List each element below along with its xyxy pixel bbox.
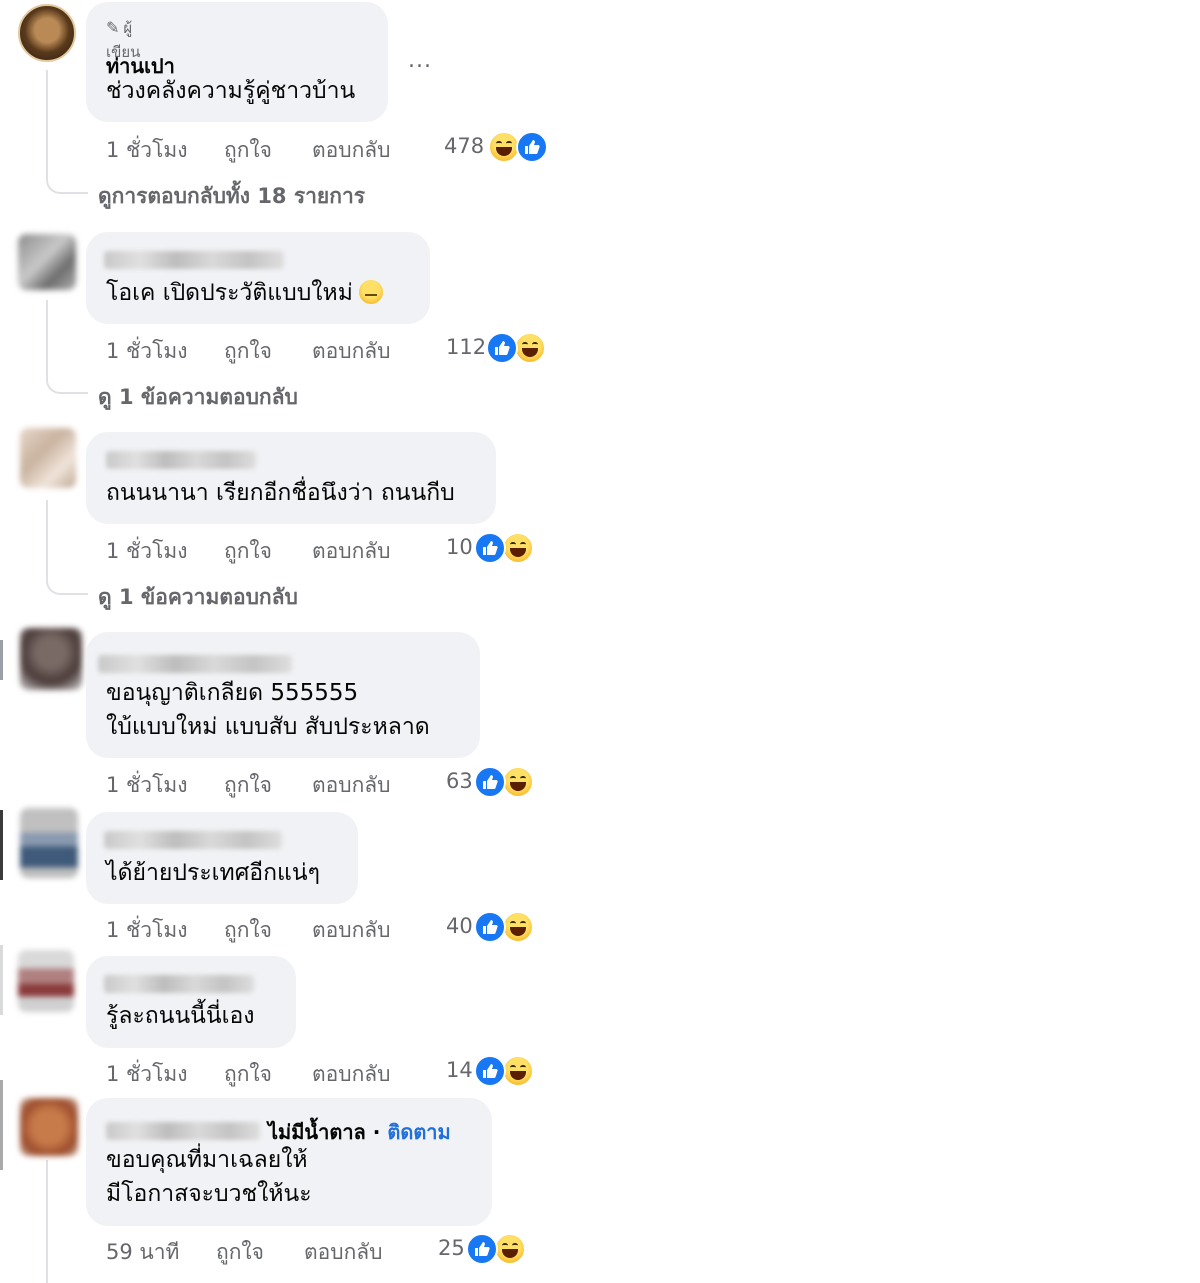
like-reaction-icon	[474, 1055, 506, 1087]
like-button[interactable]: ถูกใจ	[224, 535, 272, 568]
comment-actions: 1 ชั่วโมง ถูกใจ ตอบกลับ	[106, 535, 426, 563]
reply-button[interactable]: ตอบกลับ	[312, 535, 391, 568]
timestamp[interactable]: 1 ชั่วโมง	[106, 335, 187, 368]
reaction-count[interactable]: 14	[446, 1058, 473, 1082]
thread-line	[46, 1160, 48, 1283]
like-reaction-icon	[474, 766, 506, 798]
view-replies-link[interactable]: ดู 1 ข้อความตอบกลับ	[98, 381, 298, 414]
comment-text-line-1: ขอบคุณที่มาเฉลยให้	[106, 1147, 308, 1173]
timestamp[interactable]: 1 ชั่วโมง	[106, 1058, 187, 1091]
reply-button[interactable]: ตอบกลับ	[304, 1236, 383, 1269]
timestamp[interactable]: 1 ชั่วโมง	[106, 914, 187, 947]
commenter-name-redacted	[104, 251, 284, 269]
comment-actions: 1 ชั่วโมง ถูกใจ ตอบกลับ	[106, 1058, 426, 1086]
thread-curve	[46, 374, 88, 394]
commenter-name-redacted	[98, 655, 292, 673]
comment-text-line-2: มีโอกาสจะบวชให้นะ	[106, 1181, 312, 1207]
like-button[interactable]: ถูกใจ	[224, 335, 272, 368]
edge-mark	[0, 1080, 3, 1170]
thread-line	[46, 500, 48, 575]
comment-text-line-2: ใบ้แบบใหม่ แบบสับ สับประหลาด	[106, 714, 430, 740]
emoji-icon	[358, 280, 383, 304]
avatar[interactable]	[20, 1098, 78, 1156]
like-reaction-icon	[466, 1233, 498, 1265]
like-button[interactable]: ถูกใจ	[224, 134, 272, 167]
follow-button[interactable]: ติดตาม	[387, 1120, 450, 1144]
timestamp[interactable]: 1 ชั่วโมง	[106, 535, 187, 568]
like-button[interactable]: ถูกใจ	[224, 914, 272, 947]
thread-curve	[46, 575, 88, 595]
like-reaction-icon	[516, 131, 548, 163]
commenter-name-redacted	[106, 1122, 260, 1140]
commenter-name-redacted	[104, 975, 254, 993]
reply-button[interactable]: ตอบกลับ	[312, 914, 391, 947]
comment-text: ช่วงคลังความรู้คู่ชาวบ้าน	[106, 78, 356, 104]
reaction-count[interactable]: 25	[438, 1236, 465, 1260]
like-reaction-icon	[474, 911, 506, 943]
comment-actions: 59 นาที ถูกใจ ตอบกลับ	[106, 1236, 426, 1264]
haha-reaction-icon	[494, 1233, 526, 1265]
avatar[interactable]	[20, 428, 76, 488]
avatar[interactable]	[18, 234, 76, 290]
like-button[interactable]: ถูกใจ	[224, 769, 272, 802]
more-options-icon[interactable]: ...	[408, 48, 432, 73]
commenter-name-redacted	[106, 451, 256, 469]
view-replies-link[interactable]: ดู 1 ข้อความตอบกลับ	[98, 581, 298, 614]
reaction-count[interactable]: 478	[444, 134, 484, 158]
commenter-name-suffix-text[interactable]: ไม่มีน้ำตาล	[268, 1120, 366, 1144]
avatar[interactable]	[18, 4, 76, 62]
edge-mark	[0, 640, 3, 680]
haha-reaction-icon	[502, 766, 534, 798]
commenter-name-redacted	[104, 831, 282, 849]
timestamp[interactable]: 1 ชั่วโมง	[106, 769, 187, 802]
comment-text: ได้ย้ายประเทศอีกแน่ๆ	[106, 860, 320, 886]
reply-button[interactable]: ตอบกลับ	[312, 134, 391, 167]
comment-text-line-1: ขอนุญาติเกลียด 555555	[106, 680, 359, 706]
view-replies-link[interactable]: ดูการตอบกลับทั้ง 18 รายการ	[98, 180, 365, 213]
haha-reaction-icon	[514, 332, 546, 364]
reaction-count[interactable]: 63	[446, 769, 473, 793]
thread-line	[46, 300, 48, 375]
timestamp[interactable]: 59 นาที	[106, 1236, 179, 1269]
like-button[interactable]: ถูกใจ	[224, 1058, 272, 1091]
avatar[interactable]	[20, 628, 82, 690]
reply-button[interactable]: ตอบกลับ	[312, 335, 391, 368]
comment-text: ถนนนานา เรียกอีกชื่อนึงว่า ถนนกีบ	[106, 480, 455, 506]
edge-mark	[0, 945, 3, 1015]
reply-button[interactable]: ตอบกลับ	[312, 1058, 391, 1091]
reply-button[interactable]: ตอบกลับ	[312, 769, 391, 802]
pen-icon: ✎	[106, 18, 120, 37]
like-reaction-icon	[486, 332, 518, 364]
comment-text: โอเค เปิดประวัติแบบใหม่	[106, 276, 383, 310]
timestamp[interactable]: 1 ชั่วโมง	[106, 134, 187, 167]
comment-actions: 1 ชั่วโมง ถูกใจ ตอบกลับ	[106, 769, 426, 797]
like-reaction-icon	[474, 532, 506, 564]
haha-reaction-icon	[502, 911, 534, 943]
edge-mark	[0, 810, 3, 880]
reaction-count[interactable]: 40	[446, 914, 473, 938]
comment-actions: 1 ชั่วโมง ถูกใจ ตอบกลับ	[106, 134, 426, 162]
comment-actions: 1 ชั่วโมง ถูกใจ ตอบกลับ	[106, 335, 426, 363]
haha-reaction-icon	[502, 532, 534, 564]
avatar[interactable]	[20, 808, 78, 878]
comment-actions: 1 ชั่วโมง ถูกใจ ตอบกลับ	[106, 914, 426, 942]
thread-line	[46, 70, 48, 175]
thread-curve	[46, 174, 88, 194]
haha-reaction-icon	[502, 1055, 534, 1087]
reaction-count[interactable]: 10	[446, 535, 473, 559]
like-button[interactable]: ถูกใจ	[216, 1236, 264, 1269]
avatar[interactable]	[18, 950, 74, 1012]
comment-text: รู้ละถนนนี้นี่เอง	[106, 1003, 255, 1029]
reaction-count[interactable]: 112	[446, 335, 486, 359]
